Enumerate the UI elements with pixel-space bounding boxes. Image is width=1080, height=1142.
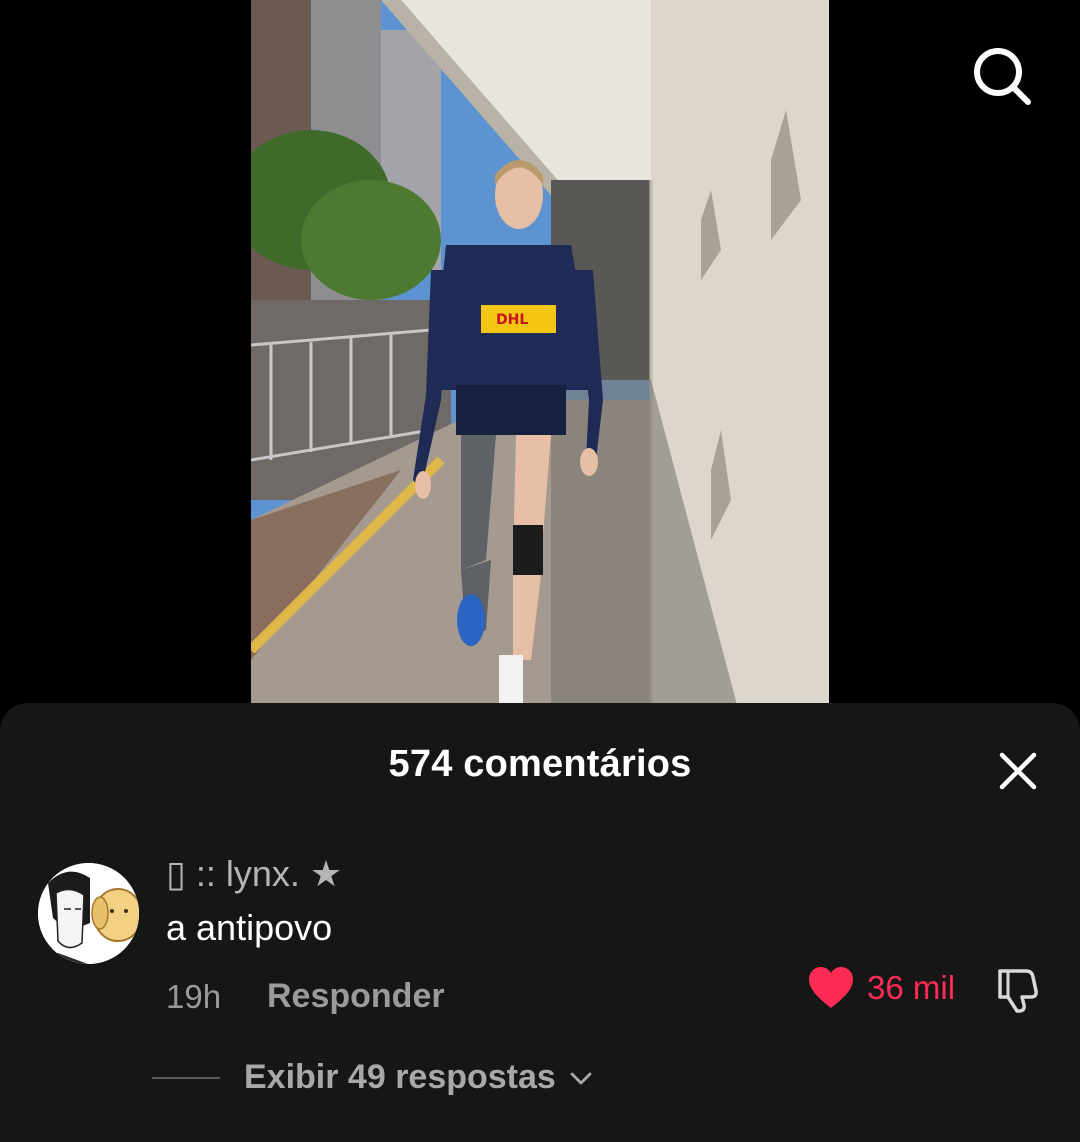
comment-username[interactable]: ▯ :: lynx. ★	[166, 853, 342, 895]
search-icon	[974, 48, 1031, 105]
screen: DHL 574 comentários ▯:: lynx. ★ a antip…	[0, 0, 1080, 1142]
search-button[interactable]	[970, 44, 1034, 108]
comments-sheet: 574 comentários ▯ :: lynx. ★ a antipovo …	[0, 703, 1080, 1142]
close-icon	[999, 752, 1037, 790]
like-count: 36 mil	[867, 969, 956, 1006]
thumbs-down-icon	[998, 969, 1038, 1013]
video-frame-image: DHL	[251, 0, 829, 720]
heart-icon	[809, 967, 853, 1008]
svg-text:DHL: DHL	[496, 312, 528, 328]
video-player[interactable]: DHL	[251, 0, 829, 720]
dislike-button[interactable]	[992, 965, 1042, 1015]
like-button[interactable]: 36 mil	[807, 963, 955, 1013]
replies-divider	[152, 1076, 220, 1079]
view-replies-label: Exibir 49 respostas	[244, 1058, 556, 1096]
view-replies-button[interactable]: Exibir 49 respostas	[152, 1058, 594, 1097]
comments-title: 574 comentários	[388, 743, 692, 785]
close-comments-button[interactable]	[994, 747, 1042, 795]
reply-button[interactable]: Responder	[267, 977, 445, 1016]
chevron-down-icon	[570, 1072, 592, 1084]
avatar-image	[38, 863, 139, 964]
avatar[interactable]	[38, 863, 139, 964]
comment-text: a antipovo	[166, 907, 333, 948]
comment-timestamp: 19h	[166, 978, 222, 1015]
